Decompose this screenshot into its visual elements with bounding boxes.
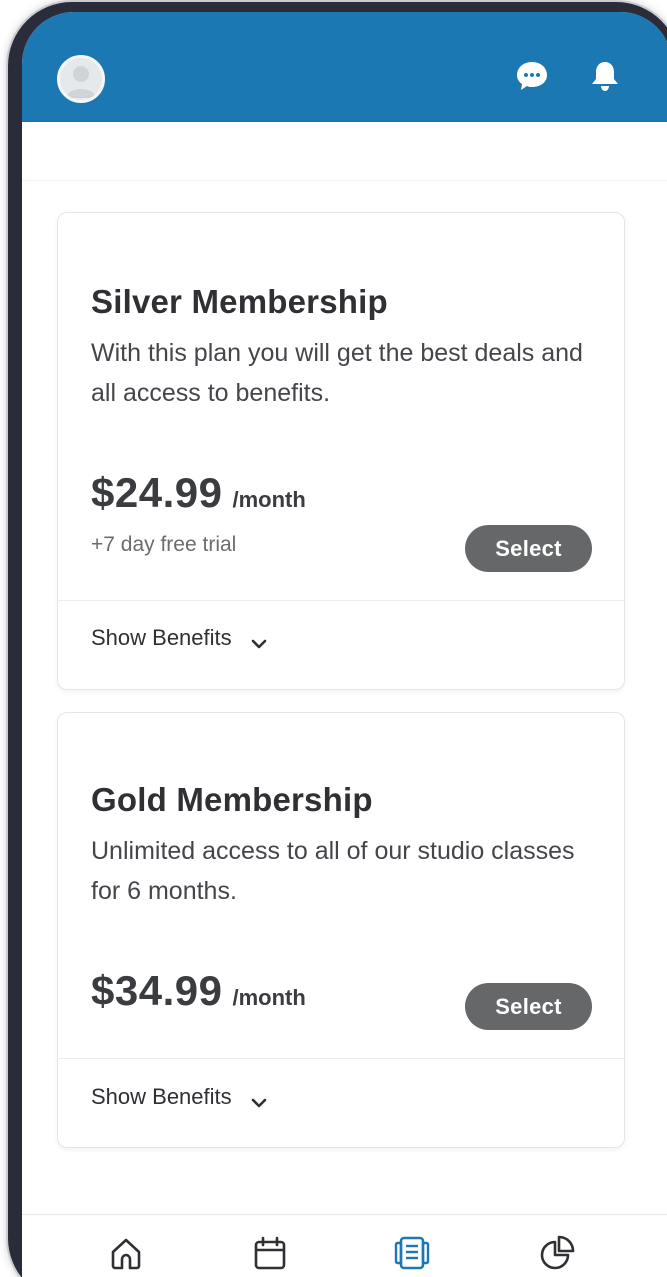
calendar-icon[interactable] (250, 1233, 290, 1273)
pie-chart-icon[interactable] (537, 1233, 577, 1273)
plan-price: $24.99 (91, 469, 223, 516)
plan-title: Silver Membership (91, 283, 388, 320)
top-bar (22, 12, 667, 122)
avatar[interactable] (57, 55, 105, 103)
show-benefits-label: Show Benefits (91, 1084, 232, 1109)
plan-description: Unlimited access to all of our studio cl… (91, 837, 575, 905)
card-divider (58, 1058, 624, 1059)
plan-description: With this plan you will get the best dea… (91, 339, 583, 407)
plan-title: Gold Membership (91, 781, 373, 818)
price-period: /month (232, 487, 306, 512)
app-screen: Silver Membership With this plan you wil… (22, 12, 667, 1277)
plans-icon[interactable] (392, 1233, 432, 1273)
plan-card-gold: Gold Membership Unlimited access to all … (57, 712, 625, 1148)
show-benefits-toggle[interactable]: Show Benefits (91, 1084, 268, 1110)
header-separator (22, 180, 667, 181)
price-row: $24.99 /month (91, 469, 306, 517)
chat-icon[interactable] (514, 58, 550, 94)
plan-card-silver: Silver Membership With this plan you wil… (57, 212, 625, 690)
price-row: $34.99 /month (91, 967, 306, 1015)
chevron-down-icon (250, 1090, 268, 1108)
chevron-down-icon (250, 631, 268, 649)
bell-icon[interactable] (587, 58, 623, 94)
show-benefits-toggle[interactable]: Show Benefits (91, 625, 268, 651)
show-benefits-label: Show Benefits (91, 625, 232, 650)
trial-text: +7 day free trial (91, 533, 237, 556)
select-button[interactable]: Select (465, 983, 592, 1030)
plan-price: $34.99 (91, 967, 223, 1014)
card-divider (58, 600, 624, 601)
home-icon[interactable] (106, 1233, 146, 1273)
select-button[interactable]: Select (465, 525, 592, 572)
bottom-nav (22, 1214, 667, 1277)
price-period: /month (232, 985, 306, 1010)
